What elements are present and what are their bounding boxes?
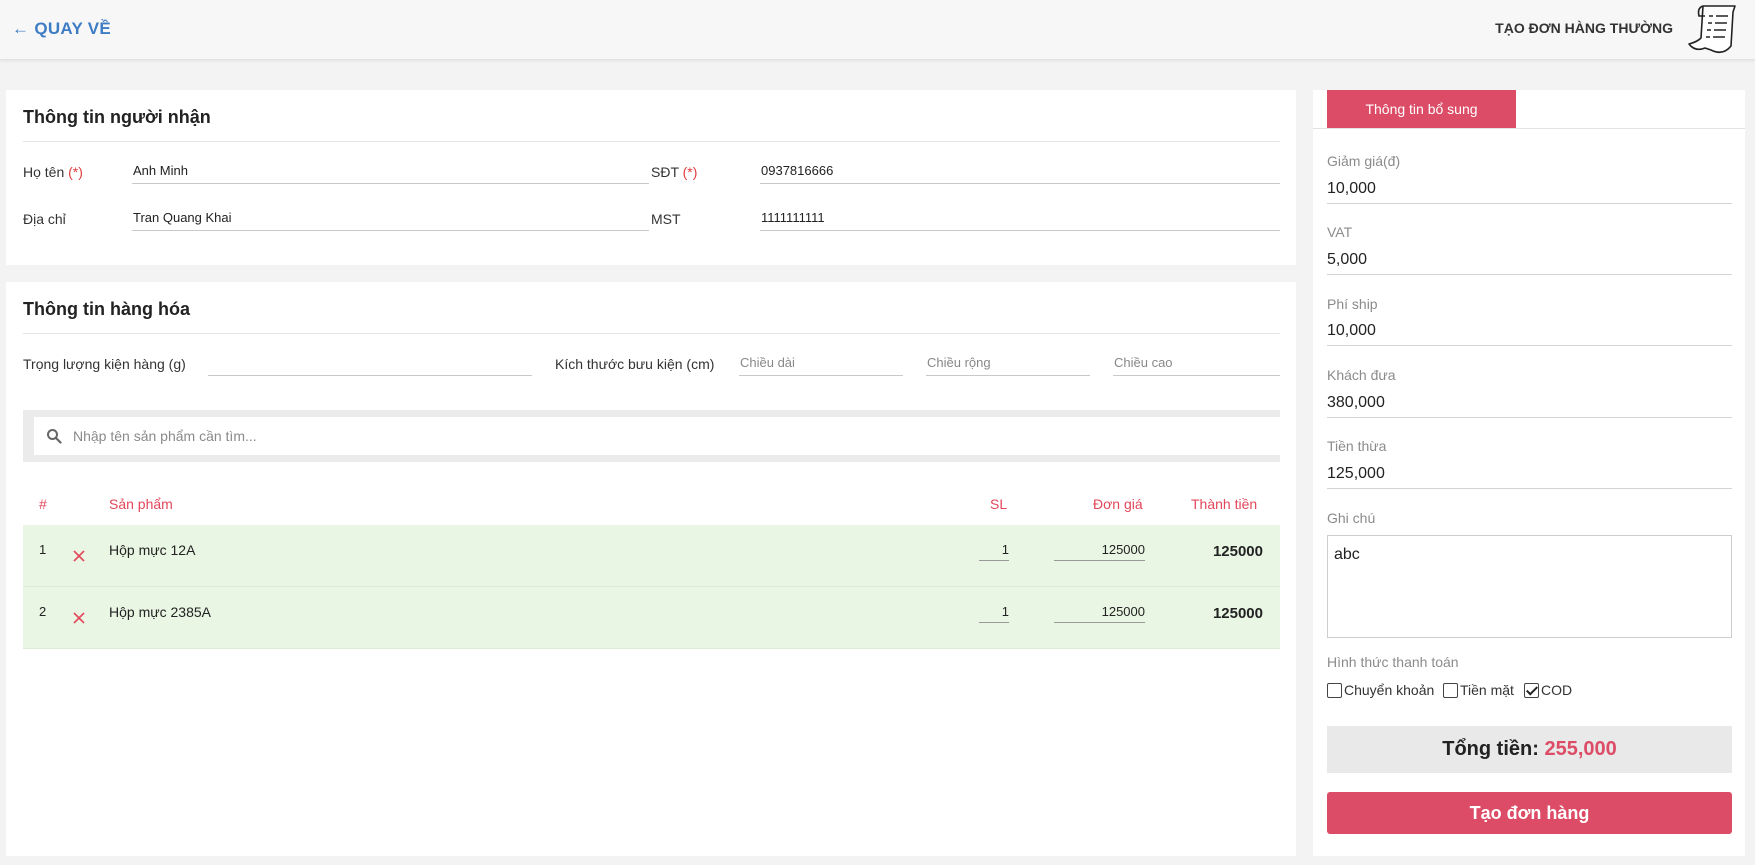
product-name: Hộp mực 2385A (109, 604, 211, 620)
order-total: Tổng tiền: 255,000 (1327, 726, 1732, 773)
column-header-product: Sản phẩm (109, 496, 173, 512)
customer-paid-field[interactable] (1327, 392, 1732, 418)
payment-option-label: COD (1541, 682, 1573, 698)
checkbox[interactable] (1327, 682, 1342, 698)
row-index: 1 (39, 542, 47, 557)
top-bar: ← QUAY VỀ TẠO ĐƠN HÀNG THƯỜNG (0, 0, 1755, 60)
height-field[interactable] (1113, 352, 1280, 376)
phone-label: SĐT (*) (651, 164, 698, 180)
discount-field[interactable] (1327, 178, 1732, 204)
tab-additional-info[interactable]: Thông tin bổ sung (1327, 90, 1516, 129)
price-input[interactable] (1054, 539, 1145, 561)
product-search-box (34, 417, 1280, 455)
payment-method-label: Hình thức thanh toán (1327, 654, 1459, 670)
weight-field[interactable] (208, 352, 532, 376)
recipient-section-title: Thông tin người nhận (23, 107, 211, 127)
product-search-input[interactable] (73, 417, 1272, 455)
vat-field[interactable] (1327, 249, 1732, 275)
total-label: Tổng tiền: (1442, 738, 1539, 760)
change-label: Tiền thừa (1327, 438, 1387, 454)
address-label: Địa chỉ (23, 211, 66, 227)
delete-icon[interactable] (71, 548, 87, 564)
order-summary-panel: Thông tin bổ sung Giảm giá(đ) VAT Phí sh… (1313, 90, 1745, 856)
checkbox-checked[interactable] (1524, 682, 1539, 698)
product-search-bar (23, 410, 1280, 462)
width-field[interactable] (926, 352, 1090, 376)
note-label: Ghi chú (1327, 510, 1376, 526)
product-name: Hộp mực 12A (109, 542, 196, 558)
length-field[interactable] (739, 352, 903, 376)
shipping-fee-label: Phí ship (1327, 296, 1378, 312)
recipient-card: Thông tin người nhận Họ tên (*) SĐT (*) … (6, 90, 1296, 265)
payment-option-cod[interactable]: COD (1524, 682, 1572, 698)
column-header-index: # (39, 496, 47, 512)
name-field[interactable] (132, 160, 649, 184)
name-label: Họ tên (*) (23, 164, 83, 180)
line-total: 125000 (1212, 605, 1263, 622)
weight-label: Trọng lượng kiện hàng (g) (23, 356, 186, 372)
column-header-qty: SL (990, 496, 1008, 512)
row-index: 2 (39, 604, 47, 619)
table-row: 2 Hộp mực 2385A 125000 (23, 587, 1280, 649)
divider (23, 141, 1280, 142)
quantity-input[interactable] (979, 539, 1009, 561)
note-textarea[interactable]: abc (1327, 535, 1732, 638)
receipt-icon (1688, 5, 1736, 54)
create-order-button[interactable]: Tạo đơn hàng (1327, 792, 1732, 834)
table-row: 1 Hộp mực 12A 125000 (23, 525, 1280, 587)
required-mark: (*) (682, 164, 698, 180)
payment-option-bank-transfer[interactable]: Chuyển khoản (1327, 682, 1434, 698)
payment-option-label: Tiền mặt (1460, 682, 1514, 698)
payment-option-label: Chuyển khoản (1344, 682, 1435, 698)
change-field[interactable] (1327, 463, 1732, 489)
tax-label: MST (651, 211, 681, 227)
phone-field[interactable] (760, 160, 1280, 184)
payment-option-cash[interactable]: Tiền mặt (1443, 682, 1514, 698)
required-mark: (*) (68, 164, 83, 180)
divider (23, 333, 1280, 334)
total-value: 255,000 (1544, 738, 1617, 760)
column-header-total: Thành tiền (1191, 496, 1258, 512)
tab-divider (1313, 128, 1745, 129)
address-field[interactable] (132, 207, 649, 231)
discount-label: Giảm giá(đ) (1327, 153, 1401, 169)
column-header-price: Đơn giá (1093, 496, 1143, 512)
vat-label: VAT (1327, 224, 1353, 240)
customer-paid-label: Khách đưa (1327, 367, 1396, 383)
size-label: Kích thước bưu kiện (cm) (555, 356, 715, 372)
checkbox[interactable] (1443, 682, 1458, 698)
shipping-fee-field[interactable] (1327, 320, 1732, 346)
back-button[interactable]: ← QUAY VỀ (12, 19, 111, 39)
quantity-input[interactable] (979, 601, 1009, 623)
tax-field[interactable] (760, 207, 1280, 231)
goods-section-title: Thông tin hàng hóa (23, 299, 190, 319)
delete-icon[interactable] (71, 610, 87, 626)
page-title: TẠO ĐƠN HÀNG THƯỜNG (1495, 20, 1673, 36)
goods-card: Thông tin hàng hóa Trọng lượng kiện hàng… (6, 282, 1296, 856)
price-input[interactable] (1054, 601, 1145, 623)
line-total: 125000 (1212, 543, 1263, 560)
search-icon (47, 429, 62, 444)
